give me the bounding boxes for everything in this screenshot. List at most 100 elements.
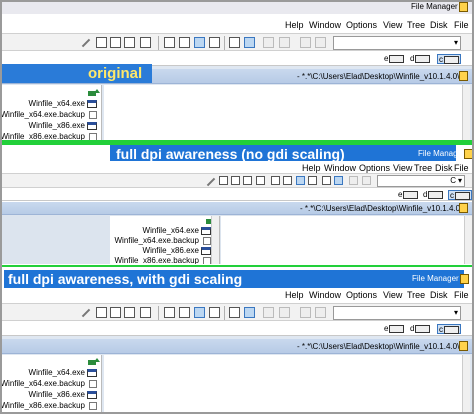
copy-icon[interactable]: [164, 307, 175, 318]
file-item[interactable]: Winfile_x64.exe: [111, 226, 211, 236]
menu-file[interactable]: File: [454, 163, 469, 173]
move-icon[interactable]: [179, 37, 190, 48]
share-icon[interactable]: [124, 307, 135, 318]
menu-tree[interactable]: Tree: [414, 163, 432, 173]
delete-icon[interactable]: [300, 37, 311, 48]
menu-tree[interactable]: Tree: [407, 290, 425, 300]
menu-view[interactable]: View: [383, 20, 402, 30]
directory-pane[interactable]: [104, 85, 462, 140]
file-item[interactable]: Winfile_x64.exe: [2, 368, 97, 378]
chevron-down-icon[interactable]: ▾: [454, 38, 458, 47]
menu-options[interactable]: Options: [346, 20, 377, 30]
menu-disk[interactable]: Disk: [430, 20, 448, 30]
sort-type-icon[interactable]: [244, 37, 255, 48]
drive-d[interactable]: d: [410, 324, 431, 334]
drive-combo[interactable]: C ▾: [377, 175, 465, 187]
connect-drive-icon[interactable]: [96, 307, 107, 318]
view-large-icon[interactable]: [296, 176, 305, 185]
menu-disk[interactable]: Disk: [435, 163, 453, 173]
properties-icon[interactable]: [315, 307, 326, 318]
chevron-down-icon[interactable]: ▾: [454, 308, 458, 317]
drive-c[interactable]: c: [437, 54, 461, 64]
share-icon[interactable]: [243, 176, 252, 185]
file-item[interactable]: Winfile_x64.exe.backup: [2, 379, 97, 389]
drive-e[interactable]: e: [384, 54, 405, 64]
view-large-icon[interactable]: [194, 37, 205, 48]
vertical-scrollbar[interactable]: [462, 355, 470, 414]
connect-drive-icon[interactable]: [219, 176, 228, 185]
file-item[interactable]: Winfile_x86.exe: [111, 246, 211, 256]
directory-pane[interactable]: [104, 355, 462, 414]
file-item[interactable]: Winfile_x86.exe.backup: [2, 132, 97, 140]
menu-view[interactable]: View: [383, 290, 402, 300]
move-icon[interactable]: [179, 307, 190, 318]
delete-icon[interactable]: [300, 307, 311, 318]
sort-date-icon[interactable]: [279, 307, 290, 318]
file-item[interactable]: Winfile_x64.exe.backup: [2, 110, 97, 120]
disconnect-drive-icon[interactable]: [110, 37, 121, 48]
drive-e[interactable]: e: [398, 190, 419, 200]
menu-window[interactable]: Window: [309, 290, 341, 300]
sort-date-icon[interactable]: [279, 37, 290, 48]
drive-e[interactable]: e: [384, 324, 405, 334]
menu-help[interactable]: Help: [285, 290, 304, 300]
stop-share-icon[interactable]: [140, 307, 151, 318]
menu-help[interactable]: Help: [302, 163, 321, 173]
parent-folder-icon[interactable]: [88, 358, 100, 366]
sort-name-icon[interactable]: [229, 37, 240, 48]
sort-type-icon[interactable]: [334, 176, 343, 185]
move-icon[interactable]: [283, 176, 292, 185]
vertical-scrollbar[interactable]: [462, 85, 470, 140]
sort-type-icon[interactable]: [244, 307, 255, 318]
drive-combo[interactable]: ▾: [333, 306, 461, 320]
drive-d[interactable]: d: [423, 190, 444, 200]
menu-file[interactable]: File: [454, 20, 469, 30]
menu-options[interactable]: Options: [359, 163, 390, 173]
menu-tree[interactable]: Tree: [407, 20, 425, 30]
file-item[interactable]: Winfile_x64.exe: [2, 99, 97, 109]
sort-name-icon[interactable]: [322, 176, 331, 185]
stop-share-icon[interactable]: [140, 37, 151, 48]
tree-pane[interactable]: Winfile_x64.exe Winfile_x64.exe.backup W…: [110, 216, 220, 264]
file-item[interactable]: Winfile_x86.exe: [2, 390, 97, 400]
file-item[interactable]: Winfile_x86.exe.backup: [111, 256, 211, 264]
connect-drive-icon[interactable]: [96, 37, 107, 48]
drive-d[interactable]: d: [410, 54, 431, 64]
sort-size-icon[interactable]: [349, 176, 358, 185]
wand-icon[interactable]: [80, 307, 90, 318]
tree-pane[interactable]: Winfile_x64.exe Winfile_x64.exe.backup W…: [2, 355, 102, 414]
sort-size-icon[interactable]: [263, 37, 274, 48]
view-large-icon[interactable]: [194, 307, 205, 318]
disconnect-drive-icon[interactable]: [231, 176, 240, 185]
sort-name-icon[interactable]: [229, 307, 240, 318]
tree-pane[interactable]: Winfile_x64.exe Winfile_x64.exe.backup W…: [2, 85, 102, 140]
drive-combo[interactable]: ▾: [333, 36, 461, 50]
delete-icon[interactable]: [362, 176, 371, 185]
copy-icon[interactable]: [271, 176, 280, 185]
view-list-icon[interactable]: [209, 307, 220, 318]
vertical-scrollbar[interactable]: [464, 216, 472, 264]
file-item[interactable]: Winfile_x64.exe.backup: [111, 236, 211, 246]
view-list-icon[interactable]: [308, 176, 317, 185]
share-icon[interactable]: [124, 37, 135, 48]
file-item[interactable]: Winfile_x86.exe: [2, 121, 97, 131]
drive-c[interactable]: c: [448, 190, 472, 200]
parent-folder-icon[interactable]: [88, 89, 100, 97]
drive-c[interactable]: c: [437, 324, 461, 334]
tree-scrollbar[interactable]: [211, 216, 219, 264]
file-item[interactable]: Winfile_x86.exe.backup: [2, 401, 97, 411]
menu-help[interactable]: Help: [285, 20, 304, 30]
sort-size-icon[interactable]: [263, 307, 274, 318]
menu-file[interactable]: File: [454, 290, 469, 300]
wand-icon[interactable]: [205, 176, 215, 187]
stop-share-icon[interactable]: [256, 176, 265, 185]
copy-icon[interactable]: [164, 37, 175, 48]
wand-icon[interactable]: [80, 37, 90, 48]
menu-window[interactable]: Window: [324, 163, 356, 173]
properties-icon[interactable]: [315, 37, 326, 48]
menu-options[interactable]: Options: [346, 290, 377, 300]
menu-window[interactable]: Window: [309, 20, 341, 30]
menu-view[interactable]: View: [393, 163, 412, 173]
disconnect-drive-icon[interactable]: [110, 307, 121, 318]
directory-pane[interactable]: [221, 216, 464, 264]
